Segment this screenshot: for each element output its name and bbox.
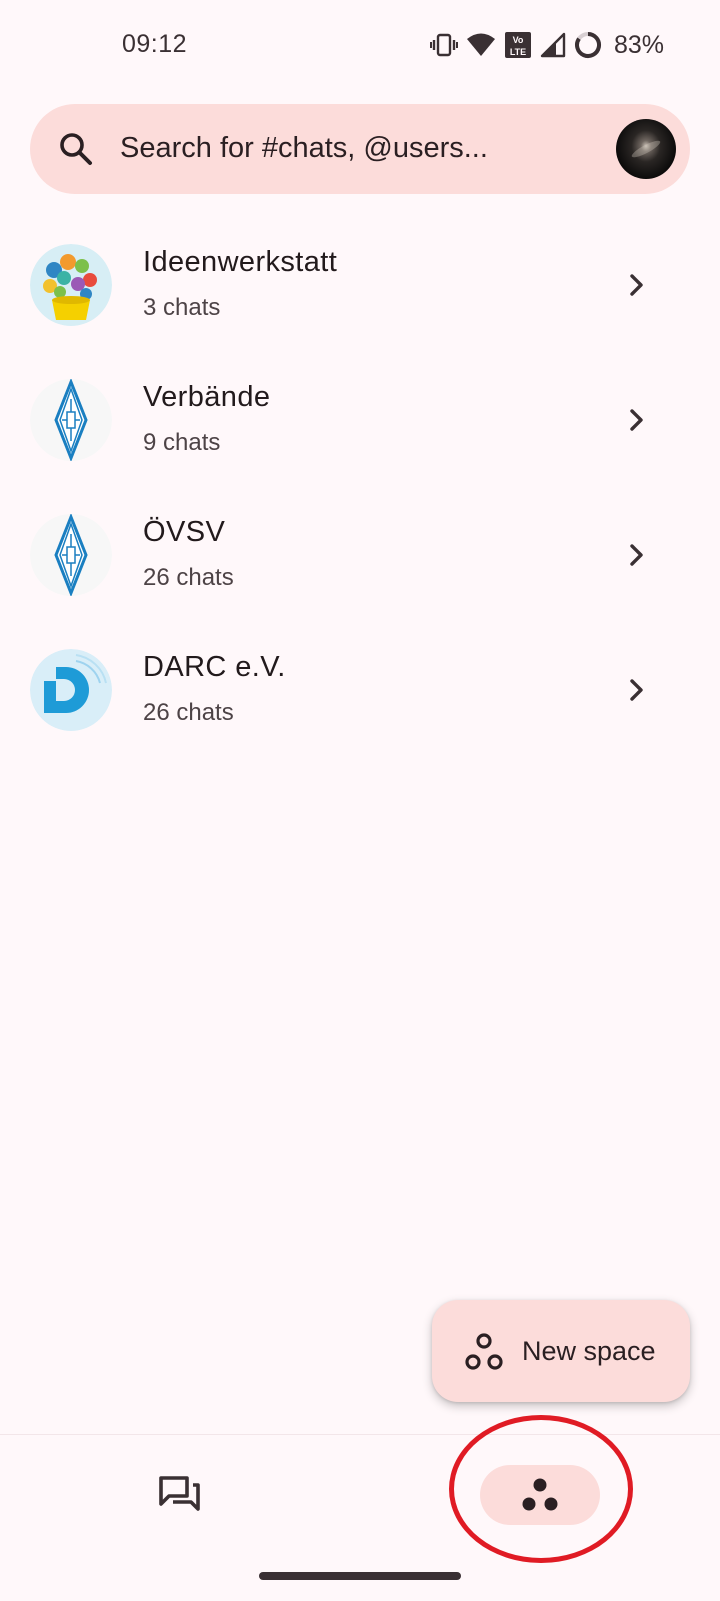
- signal-icon: [540, 32, 566, 58]
- volte-icon: Vo LTE: [504, 31, 532, 59]
- diamond-emblem-avatar: [30, 514, 112, 596]
- status-time: 09:12: [122, 30, 188, 58]
- space-name: DARC e.V.: [143, 651, 286, 683]
- status-icons: Vo LTE 83%: [429, 28, 664, 62]
- home-indicator[interactable]: [259, 1572, 461, 1580]
- diamond-emblem-avatar: [30, 379, 112, 461]
- space-name: Ideenwerkstatt: [143, 246, 338, 278]
- darc-logo-avatar: [30, 649, 112, 731]
- space-name: ÖVSV: [143, 516, 226, 548]
- spaces-icon: [522, 1478, 558, 1511]
- vibrate-icon: [429, 31, 458, 59]
- new-space-button[interactable]: New space: [432, 1300, 690, 1402]
- space-chat-count: 3 chats: [143, 294, 221, 321]
- spaces-outline-icon: [464, 1332, 504, 1372]
- lightbulb-collage-avatar: [30, 244, 112, 326]
- svg-text:Vo: Vo: [513, 35, 524, 45]
- space-item-oevsv[interactable]: ÖVSV 26 chats: [0, 488, 720, 623]
- user-avatar[interactable]: [616, 119, 676, 179]
- chevron-right-icon: [622, 540, 652, 570]
- chats-icon: [159, 1476, 200, 1511]
- battery-icon: [574, 31, 602, 59]
- chevron-right-icon: [622, 405, 652, 435]
- space-chat-count: 26 chats: [143, 699, 234, 726]
- search-icon: [58, 131, 94, 167]
- space-item-ideenwerkstatt[interactable]: Ideenwerkstatt 3 chats: [0, 218, 720, 353]
- space-item-verbaende[interactable]: Verbände 9 chats: [0, 353, 720, 488]
- nav-chats-tab[interactable]: [140, 1461, 220, 1525]
- space-item-darc[interactable]: DARC e.V. 26 chats: [0, 623, 720, 758]
- svg-text:LTE: LTE: [510, 47, 526, 57]
- wifi-icon: [466, 32, 496, 58]
- space-name: Verbände: [143, 381, 271, 413]
- chevron-right-icon: [622, 270, 652, 300]
- chevron-right-icon: [622, 675, 652, 705]
- space-chat-count: 9 chats: [143, 429, 221, 456]
- status-bar: 09:12 Vo LTE 83%: [0, 0, 720, 90]
- new-space-label: New space: [522, 1336, 656, 1366]
- search-input[interactable]: Search for #chats, @users...: [120, 132, 488, 165]
- space-chat-count: 26 chats: [143, 564, 234, 591]
- battery-percentage: 83%: [613, 30, 664, 59]
- space-list: Ideenwerkstatt 3 chats Verbände 9 chats: [0, 218, 720, 758]
- search-bar[interactable]: Search for #chats, @users...: [30, 104, 690, 194]
- nav-spaces-tab[interactable]: [480, 1465, 600, 1525]
